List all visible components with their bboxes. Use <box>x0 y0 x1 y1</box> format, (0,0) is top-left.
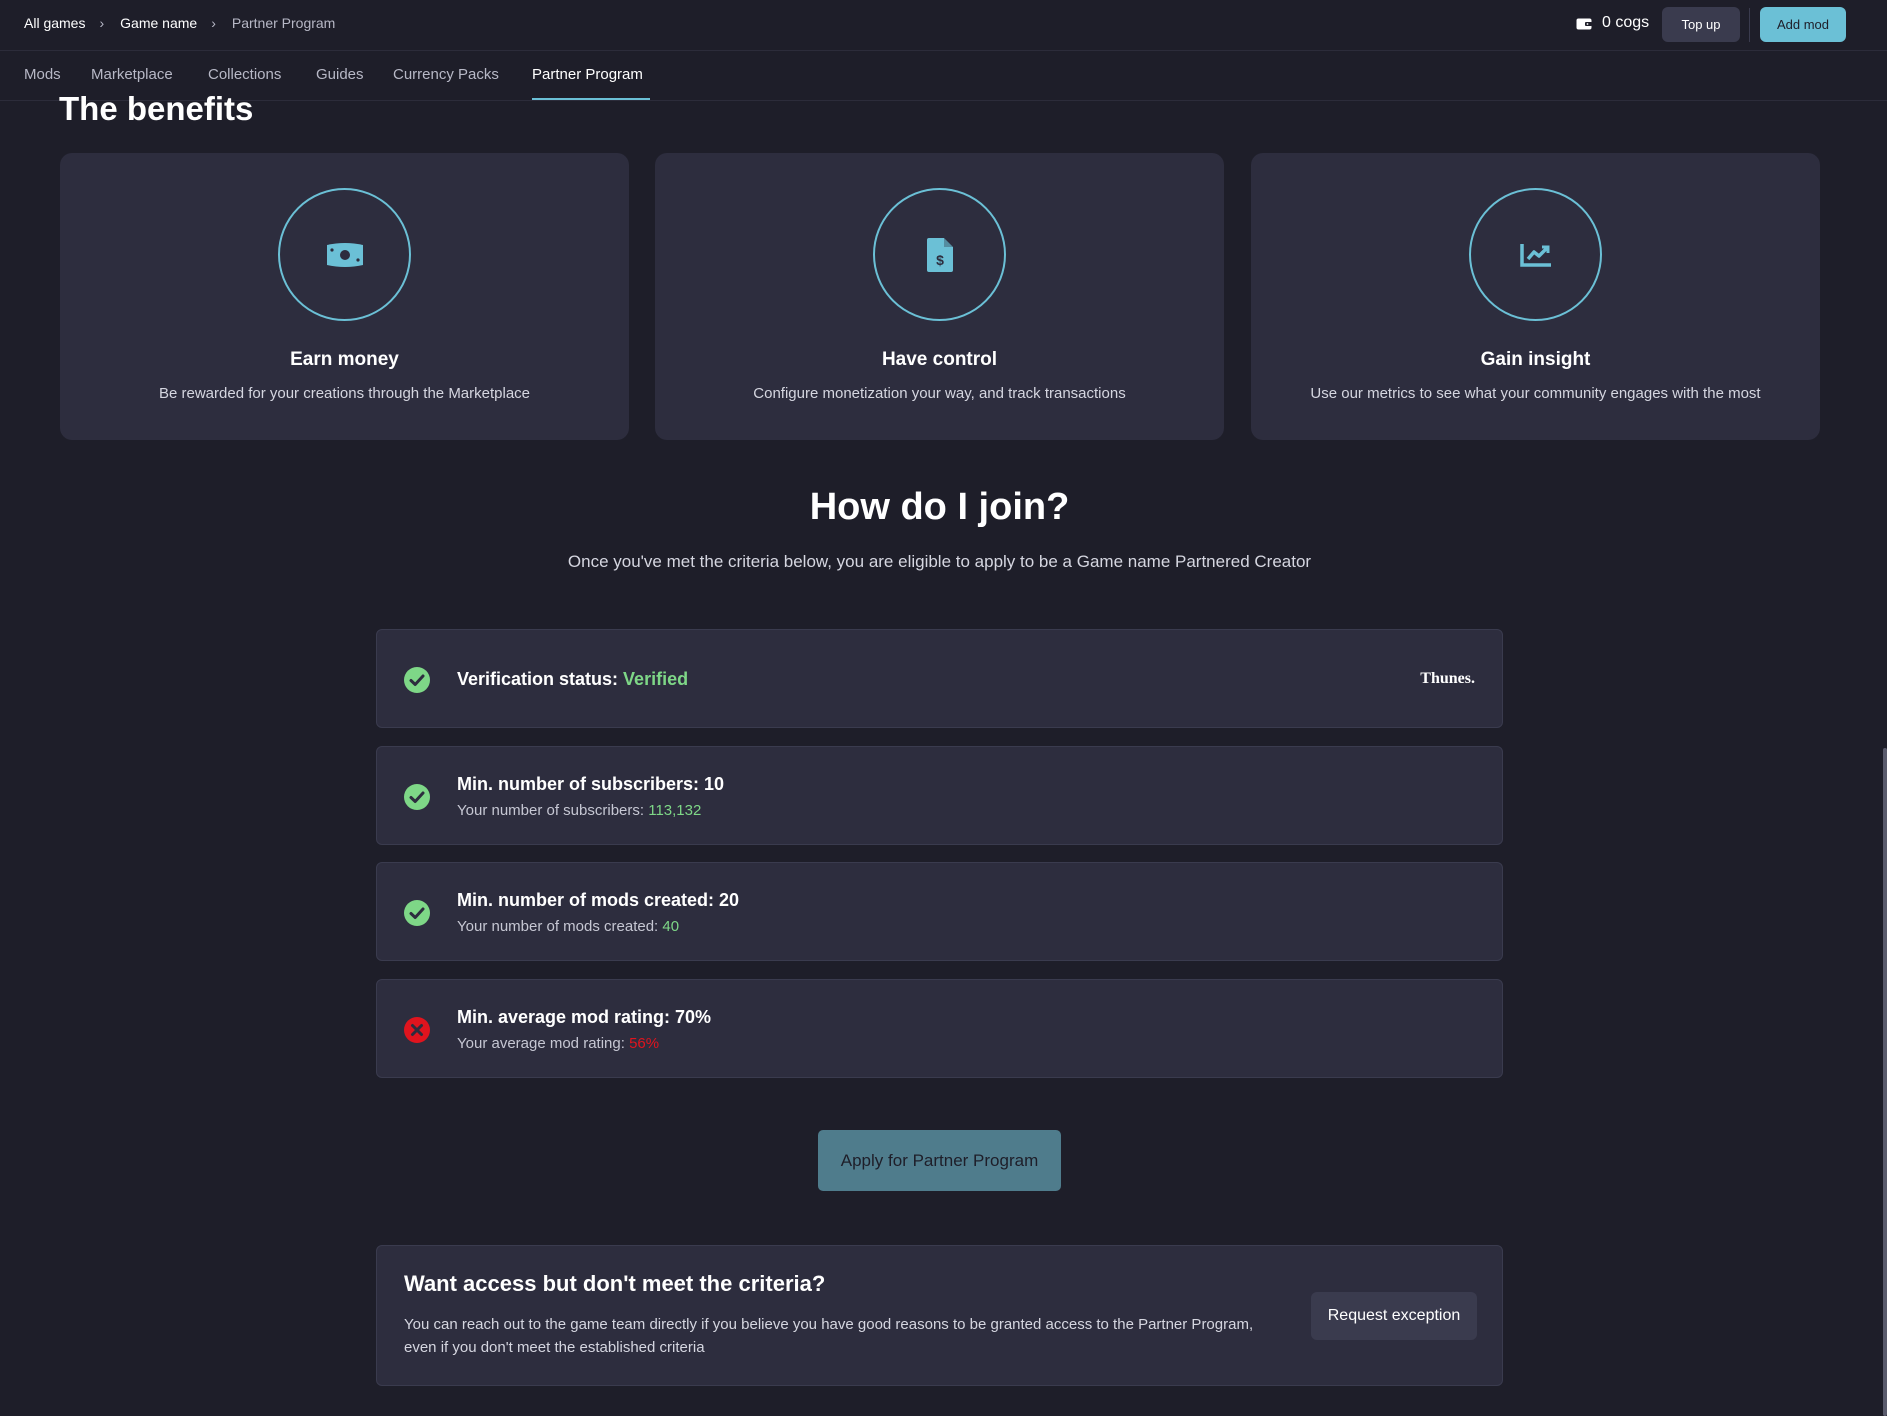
breadcrumb-all-games[interactable]: All games <box>24 15 85 31</box>
wallet-amount: 0 cogs <box>1602 14 1650 31</box>
active-tab-indicator <box>532 98 650 100</box>
thunes-logo: Thunes. <box>1420 670 1475 687</box>
benefit-description: Configure monetization your way, and tra… <box>753 385 1126 402</box>
criterion-progress-label: Your number of subscribers: <box>457 802 649 819</box>
verification-status-value: Verified <box>623 669 689 689</box>
chevron-right-icon: › <box>211 15 216 31</box>
mods-created-value: 40 <box>662 918 680 935</box>
benefit-title: Have control <box>881 349 998 370</box>
criterion-mods-created: Min. number of mods created: 20 Your num… <box>376 862 1503 961</box>
money-icon <box>326 242 363 267</box>
criterion-progress: Your number of subscribers: 113,132 <box>457 802 701 819</box>
criterion-label: Verification status: Verified <box>457 669 688 690</box>
benefit-card-have-control: $ Have control Configure monetization yo… <box>655 153 1224 440</box>
criterion-verification: Verification status: Verified Thunes. <box>376 629 1503 728</box>
chart-icon <box>1519 243 1551 267</box>
benefit-description: Be rewarded for your creations through t… <box>158 385 531 402</box>
header-divider <box>1749 8 1750 42</box>
benefit-description: Use our metrics to see what your communi… <box>1310 385 1761 402</box>
criterion-mod-rating: Min. average mod rating: 70% Your averag… <box>376 979 1503 1078</box>
error-circle-icon <box>404 1017 430 1043</box>
add-mod-button[interactable]: Add mod <box>1760 7 1846 42</box>
criterion-progress: Your number of mods created: 40 <box>457 918 679 935</box>
criterion-subscribers: Min. number of subscribers: 10 Your numb… <box>376 746 1503 845</box>
subscribers-value: 113,132 <box>648 802 702 819</box>
criterion-progress-label: Your average mod rating: <box>457 1035 630 1052</box>
benefit-title: Gain insight <box>1480 349 1591 370</box>
breadcrumb-game-name[interactable]: Game name <box>120 15 197 31</box>
check-circle-icon <box>404 784 430 810</box>
chevron-right-icon: › <box>99 15 105 31</box>
benefit-title: Earn money <box>290 349 399 370</box>
join-title: How do I join? <box>809 486 1070 528</box>
tab-marketplace[interactable]: Marketplace <box>91 66 173 83</box>
check-circle-icon <box>404 900 430 926</box>
tab-collections[interactable]: Collections <box>208 66 281 83</box>
tab-guides[interactable]: Guides <box>316 66 364 83</box>
page-scrollbar[interactable] <box>1883 748 1887 1416</box>
exception-description: You can reach out to the game team direc… <box>404 1316 1254 1356</box>
breadcrumb: All games › Game name › Partner Program <box>24 15 335 31</box>
svg-text:$: $ <box>936 252 944 268</box>
criterion-progress: Your average mod rating: 56% <box>457 1035 659 1052</box>
exception-title: Want access but don't meet the criteria? <box>404 1271 826 1296</box>
benefit-icon-circle: $ <box>873 188 1006 321</box>
benefit-icon-circle <box>1469 188 1602 321</box>
criterion-label: Min. average mod rating: 70% <box>457 1007 712 1027</box>
benefit-card-gain-insight: Gain insight Use our metrics to see what… <box>1251 153 1820 440</box>
benefit-card-earn-money: Earn money Be rewarded for your creation… <box>60 153 629 440</box>
top-up-button[interactable]: Top up <box>1662 7 1740 42</box>
tab-currency-packs[interactable]: Currency Packs <box>393 66 499 83</box>
tab-partner-program[interactable]: Partner Program <box>532 66 643 83</box>
criterion-progress-label: Your number of mods created: <box>457 918 663 935</box>
breadcrumb-partner-program: Partner Program <box>231 15 336 31</box>
wallet-balance: 0 cogs <box>1576 14 1649 32</box>
top-bar: All games › Game name › Partner Program … <box>0 0 1887 51</box>
game-nav-tabs: Mods Marketplace Collections Guides Curr… <box>0 52 1887 101</box>
check-circle-icon <box>404 667 430 693</box>
apply-partner-program-button[interactable]: Apply for Partner Program <box>818 1130 1061 1191</box>
benefits-title: The benefits <box>59 90 254 127</box>
document-dollar-icon: $ <box>926 237 953 272</box>
exception-request-panel: Want access but don't meet the criteria?… <box>376 1245 1503 1386</box>
request-exception-button[interactable]: Request exception <box>1311 1292 1477 1340</box>
tab-mods[interactable]: Mods <box>24 66 61 83</box>
criterion-label: Min. number of subscribers: 10 <box>457 774 725 794</box>
criterion-label: Min. number of mods created: 20 <box>457 890 740 910</box>
mod-rating-value: 56% <box>629 1035 660 1052</box>
benefit-icon-circle <box>278 188 411 321</box>
wallet-icon <box>1576 18 1592 29</box>
criterion-label-text: Verification status: <box>457 669 624 689</box>
join-subtitle: Once you've met the criteria below, you … <box>567 552 1312 571</box>
